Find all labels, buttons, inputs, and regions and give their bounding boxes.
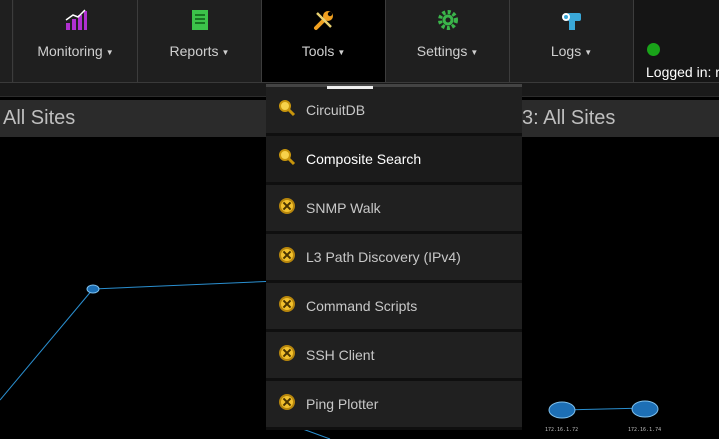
menu-item-composite-search[interactable]: Composite Search [266, 136, 522, 185]
nav-label: Settings [416, 43, 468, 59]
nav-edge [0, 0, 13, 82]
nav-settings[interactable]: Settings ▼ [386, 0, 510, 82]
search-icon [279, 149, 296, 166]
menu-item-snmp-walk[interactable]: SNMP Walk [266, 185, 522, 234]
nav-label: Tools [301, 43, 335, 59]
active-tab-indicator [327, 86, 373, 89]
menu-item-label: Composite Search [306, 151, 422, 167]
menu-item-l3-path-discovery[interactable]: L3 Path Discovery (IPv4) [266, 234, 522, 283]
caret-down-icon: ▼ [470, 47, 479, 57]
router-icon[interactable] [631, 400, 659, 418]
router-icon[interactable] [548, 401, 576, 419]
tool-badge-icon [279, 296, 295, 312]
wrench-icon [313, 11, 333, 30]
tools-dropdown-menu: CircuitDB Composite Search SNMP Walk L3 … [266, 84, 522, 430]
document-icon [191, 10, 208, 30]
logged-in-label: Logged in: r [646, 64, 719, 80]
search-icon [279, 100, 296, 117]
top-navigation: Monitoring ▼ Reports ▼ Tools ▼ Settings ▼ [0, 0, 719, 83]
menu-item-label: Ping Plotter [306, 396, 379, 412]
menu-item-ssh-client[interactable]: SSH Client [266, 332, 522, 381]
menu-item-label: L3 Path Discovery (IPv4) [306, 249, 461, 265]
status-indicator [647, 43, 660, 56]
caret-down-icon: ▼ [337, 47, 346, 57]
device-label: 172.16.1.72 [545, 427, 579, 433]
menu-item-circuitdb[interactable]: CircuitDB [266, 87, 522, 136]
menu-item-label: Command Scripts [306, 298, 418, 314]
menu-item-label: SNMP Walk [306, 200, 381, 216]
menu-item-ping-plotter[interactable]: Ping Plotter [266, 381, 522, 430]
tool-badge-icon [279, 394, 295, 410]
nav-reports[interactable]: Reports ▼ [138, 0, 262, 82]
caret-down-icon: ▼ [584, 47, 593, 57]
nav-logs[interactable]: Logs ▼ [510, 0, 634, 82]
nav-label: Logs [550, 43, 582, 59]
right-panel-title: 3: All Sites [522, 100, 719, 137]
caret-down-icon: ▼ [221, 47, 230, 57]
bar-chart-icon [65, 9, 87, 30]
tool-badge-icon [279, 345, 295, 361]
device-label: 172.16.1.74 [628, 427, 662, 433]
caret-down-icon: ▼ [105, 47, 114, 57]
menu-item-label: CircuitDB [306, 102, 366, 118]
nav-monitoring[interactable]: Monitoring ▼ [14, 0, 138, 82]
tool-badge-icon [279, 198, 295, 214]
log-icon [561, 13, 581, 30]
menu-item-label: SSH Client [306, 347, 375, 363]
gear-icon [437, 10, 458, 30]
nav-label: Monitoring [37, 43, 103, 59]
router-icon[interactable] [86, 284, 100, 294]
link-line [0, 288, 94, 401]
nav-tools[interactable]: Tools ▼ [262, 0, 386, 82]
nav-label: Reports [169, 43, 219, 59]
menu-item-command-scripts[interactable]: Command Scripts [266, 283, 522, 332]
left-panel-title: All Sites [0, 100, 266, 137]
tool-badge-icon [279, 247, 295, 263]
